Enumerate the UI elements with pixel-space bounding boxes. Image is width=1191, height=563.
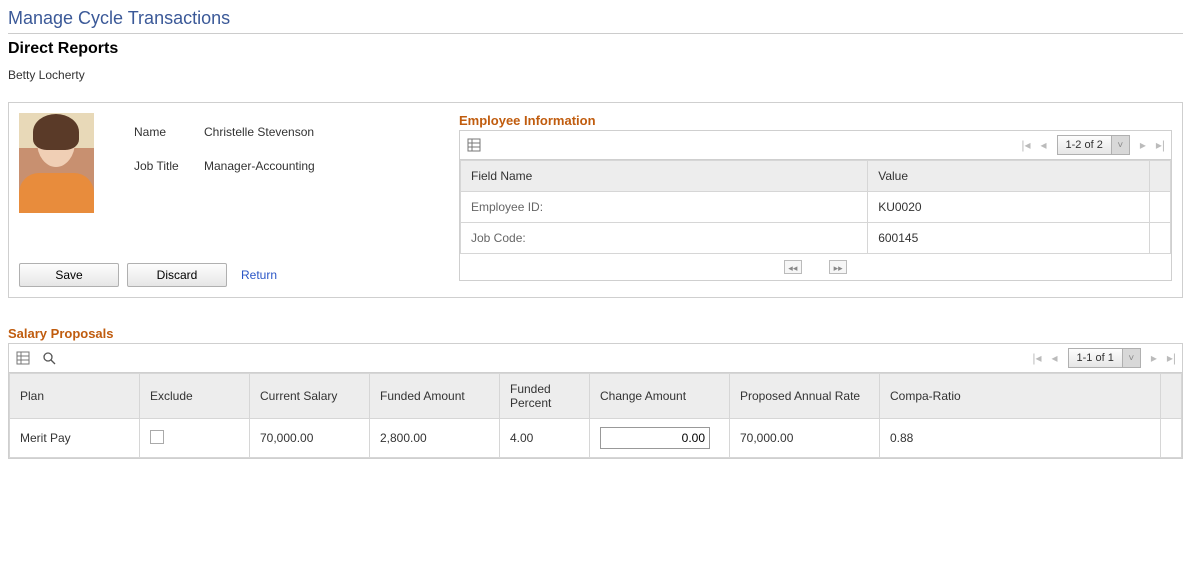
discard-button[interactable]: Discard [127,263,227,287]
record-prev-icon[interactable]: ◂◂ [784,260,802,274]
plan-cell: Merit Pay [10,419,140,458]
record-next-icon[interactable]: ▸▸ [829,260,847,274]
employee-panel: Name Christelle Stevenson Job Title Mana… [8,102,1183,298]
save-button[interactable]: Save [19,263,119,287]
table-row: Employee ID: KU0020 [461,192,1171,223]
name-value: Christelle Stevenson [204,125,314,139]
col-exclude[interactable]: Exclude [140,374,250,419]
grid-settings-icon[interactable] [466,137,482,153]
col-proposed-rate[interactable]: Proposed Annual Rate [730,374,880,419]
pager-range-text: 1-2 of 2 [1058,139,1111,151]
col-funded-percent[interactable]: Funded Percent [500,374,590,419]
pager-last-icon[interactable]: ▸| [1167,351,1176,365]
chevron-down-icon: ˅ [1111,136,1129,154]
proposed-rate-cell: 70,000.00 [730,419,880,458]
col-value[interactable]: Value [868,161,1150,192]
salary-header: Salary Proposals [8,326,1183,341]
funded-amount-cell: 2,800.00 [370,419,500,458]
section-title: Direct Reports [8,40,1183,58]
current-salary-cell: 70,000.00 [250,419,370,458]
empinfo-pager: |◂ ◂ 1-2 of 2 ˅ ▸ ▸| [1021,135,1165,155]
col-plan[interactable]: Plan [10,374,140,419]
table-row: Job Code: 600145 [461,223,1171,254]
field-value-cell: KU0020 [868,192,1150,223]
empinfo-grid: |◂ ◂ 1-2 of 2 ˅ ▸ ▸| Field Name Value [459,130,1172,281]
salary-pager: |◂ ◂ 1-1 of 1 ˅ ▸ ▸| [1032,348,1176,368]
grid-settings-icon[interactable] [15,350,31,366]
pager-next-icon[interactable]: ▸ [1151,351,1157,365]
change-amount-input[interactable] [600,427,710,449]
avatar [19,113,94,213]
user-name: Betty Locherty [8,68,1183,82]
exclude-checkbox[interactable] [150,430,164,444]
pager-first-icon[interactable]: |◂ [1021,138,1030,152]
page-title: Manage Cycle Transactions [8,8,1183,34]
funded-percent-cell: 4.00 [500,419,590,458]
pager-range-dropdown[interactable]: 1-1 of 1 ˅ [1068,348,1141,368]
pager-last-icon[interactable]: ▸| [1156,138,1165,152]
change-amount-cell [590,419,730,458]
salary-grid: |◂ ◂ 1-1 of 1 ˅ ▸ ▸| Plan Exclude Curren… [8,343,1183,459]
jobtitle-value: Manager-Accounting [204,159,315,173]
field-value-cell: 600145 [868,223,1150,254]
name-label: Name [134,125,204,139]
jobtitle-label: Job Title [134,159,204,173]
table-row: Merit Pay 70,000.00 2,800.00 4.00 70,000… [10,419,1182,458]
exclude-cell [140,419,250,458]
pager-range-dropdown[interactable]: 1-2 of 2 ˅ [1057,135,1130,155]
pager-prev-icon[interactable]: ◂ [1051,351,1057,365]
pager-first-icon[interactable]: |◂ [1032,351,1041,365]
pager-next-icon[interactable]: ▸ [1140,138,1146,152]
col-change-amount[interactable]: Change Amount [590,374,730,419]
return-link[interactable]: Return [241,268,277,282]
empinfo-header: Employee Information [459,113,1172,128]
field-name-cell: Employee ID: [461,192,868,223]
search-icon[interactable] [41,350,57,366]
col-field-name[interactable]: Field Name [461,161,868,192]
pager-prev-icon[interactable]: ◂ [1040,138,1046,152]
col-compa-ratio[interactable]: Compa-Ratio [880,374,1161,419]
field-name-cell: Job Code: [461,223,868,254]
col-current-salary[interactable]: Current Salary [250,374,370,419]
chevron-down-icon: ˅ [1122,349,1140,367]
compa-ratio-cell: 0.88 [880,419,1161,458]
col-funded-amount[interactable]: Funded Amount [370,374,500,419]
pager-range-text: 1-1 of 1 [1069,352,1122,364]
